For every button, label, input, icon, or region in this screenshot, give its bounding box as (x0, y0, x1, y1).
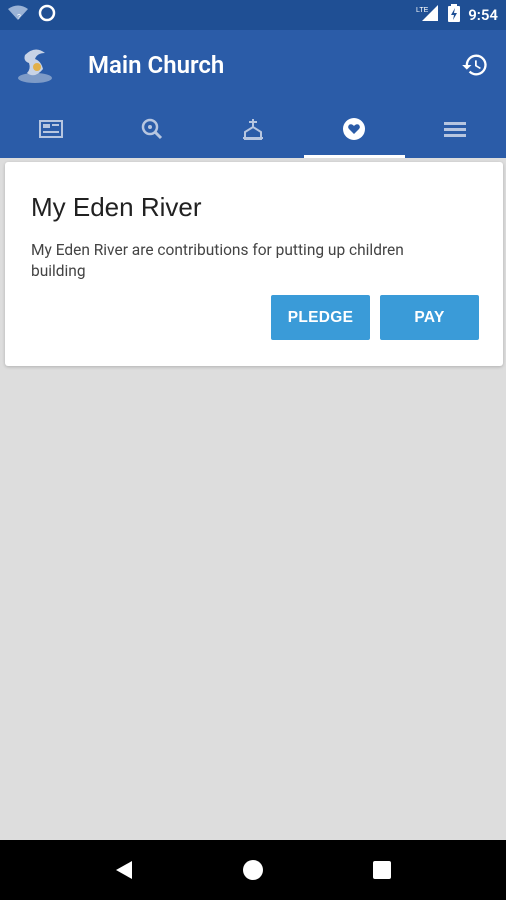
svg-text:?: ? (17, 14, 21, 21)
wifi-icon: ? (8, 5, 28, 25)
recents-button[interactable] (362, 850, 402, 890)
home-button[interactable] (233, 850, 273, 890)
tab-bar (0, 100, 506, 158)
pay-button[interactable]: PAY (380, 295, 479, 340)
battery-icon (448, 4, 461, 26)
heart-icon (343, 118, 366, 140)
card-description: My Eden River are contributions for putt… (31, 241, 404, 280)
church-icon (243, 119, 263, 140)
church-logo-icon (14, 44, 56, 86)
network-label: LTE (416, 7, 429, 14)
sync-icon (38, 4, 56, 26)
app-bar: Main Church (0, 30, 506, 100)
back-icon (116, 861, 133, 879)
menu-icon (444, 122, 467, 137)
contribution-card: My Eden River My Eden River are contribu… (5, 162, 503, 366)
home-icon (242, 860, 263, 880)
status-bar: ? LTE 9:54 (0, 0, 506, 30)
page-title: Main Church (88, 51, 225, 79)
search-icon (141, 118, 162, 140)
back-button[interactable] (104, 850, 144, 890)
system-nav-bar (0, 840, 506, 900)
tab-church[interactable] (202, 100, 303, 158)
tab-news[interactable] (0, 100, 101, 158)
history-button[interactable] (458, 48, 492, 82)
pledge-button[interactable]: PLEDGE (271, 295, 370, 340)
tab-giving[interactable] (303, 100, 406, 158)
news-icon (38, 120, 63, 138)
status-time: 9:54 (468, 6, 498, 24)
signal-icon: LTE (416, 5, 440, 25)
recents-icon (372, 861, 391, 879)
tab-menu[interactable] (405, 100, 506, 158)
history-icon (462, 54, 487, 76)
tab-search[interactable] (101, 100, 202, 158)
card-title: My Eden River (31, 192, 202, 222)
